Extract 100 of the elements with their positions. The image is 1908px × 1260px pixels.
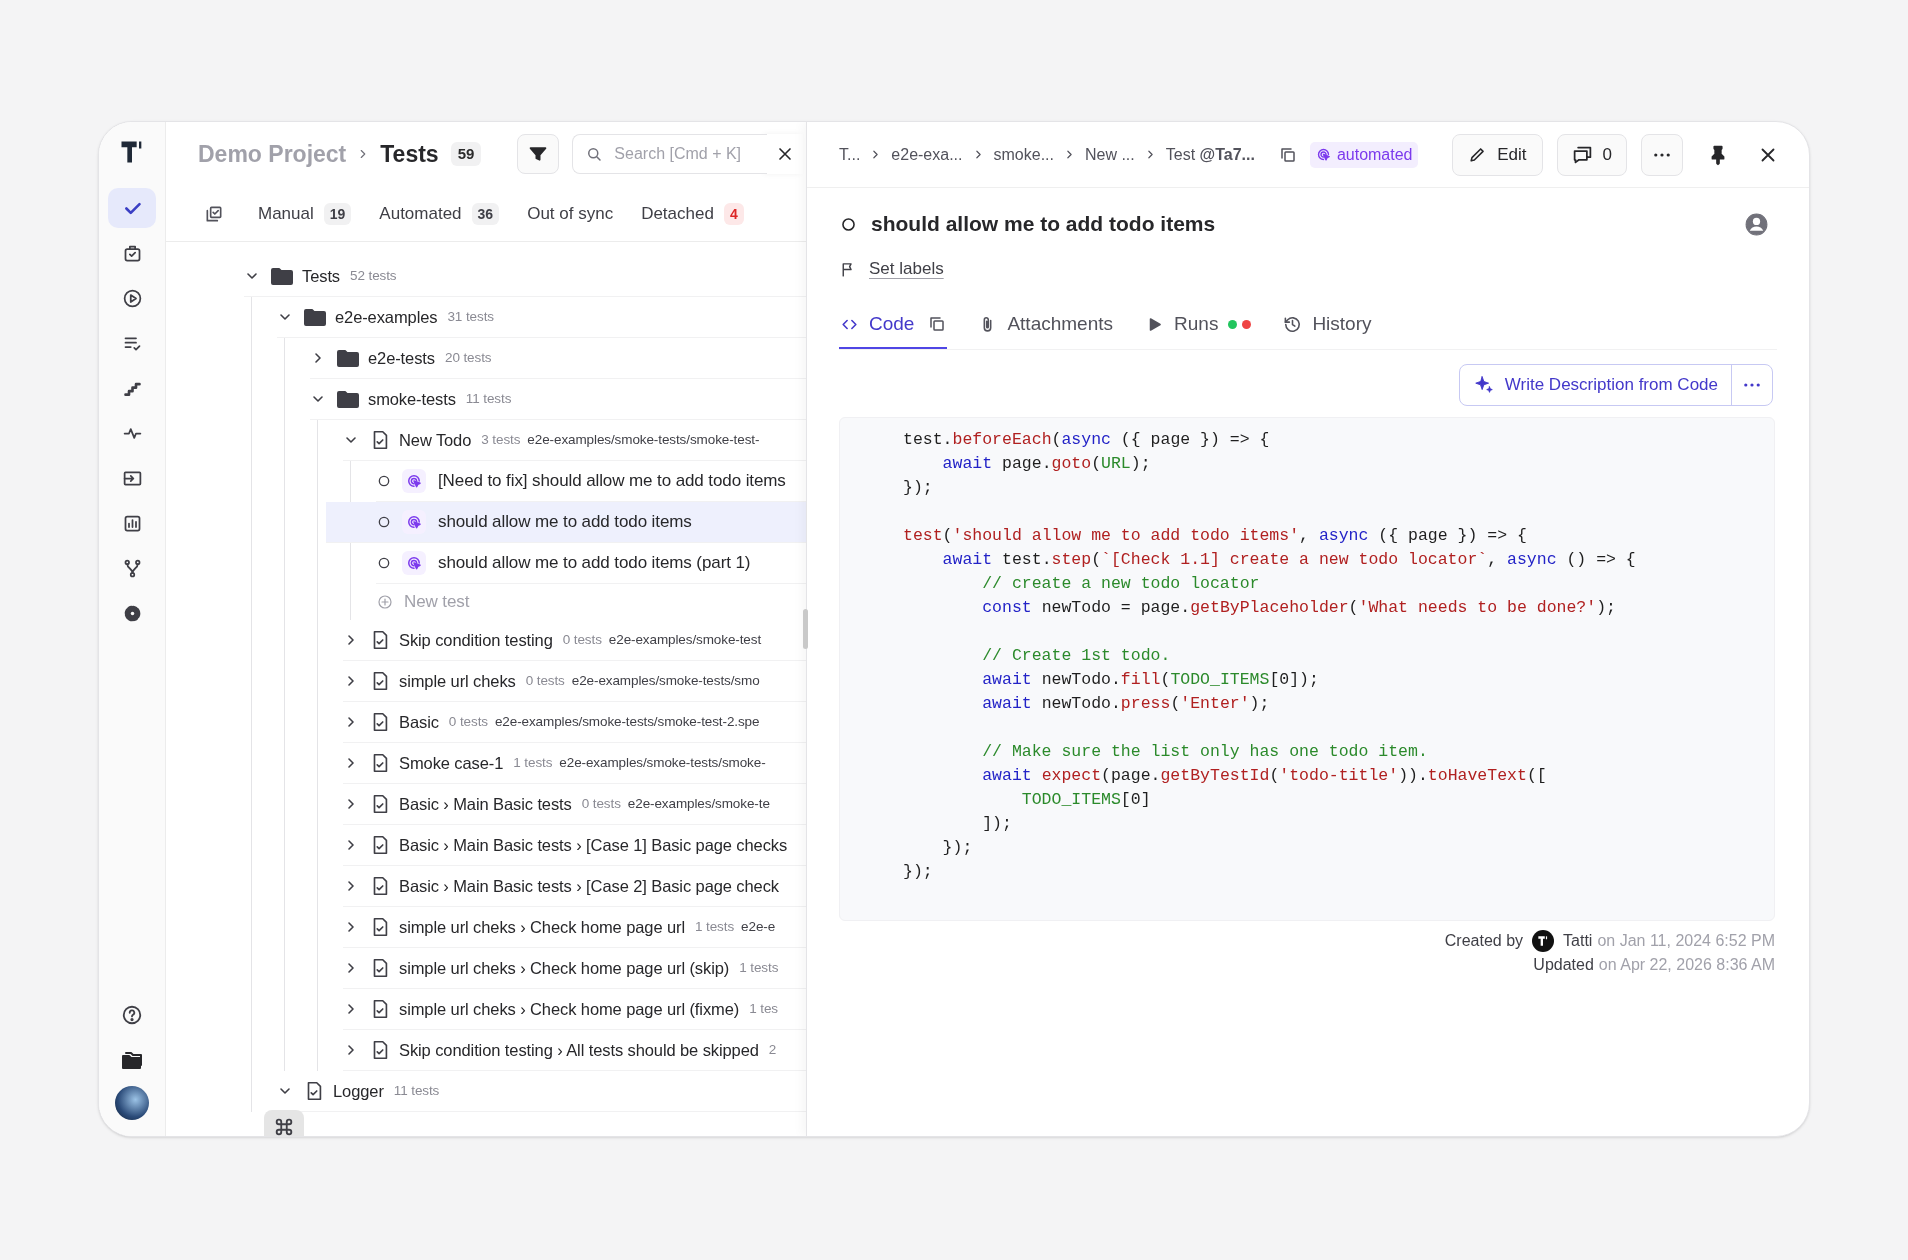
edit-button[interactable]: Edit xyxy=(1452,133,1543,176)
item-name: simple url cheks › Check home page url (skip) xyxy=(399,957,730,979)
breadcrumb-link[interactable]: Test @Ta7... xyxy=(1165,142,1255,167)
folder-row[interactable]: e2e-tests 20 tests xyxy=(310,338,806,379)
test-row[interactable]: should allow me to add todo items (part 1) xyxy=(376,543,806,584)
test-row[interactable]: should allow me to add todo items xyxy=(326,502,806,543)
copy-button[interactable] xyxy=(1278,145,1297,164)
created-label: Created by xyxy=(1444,931,1524,951)
test-count: 0 tests xyxy=(448,712,488,731)
tab[interactable]: Attachments xyxy=(977,301,1115,349)
filter-tab[interactable]: Manual 19 xyxy=(258,200,352,227)
item-name: Smoke case-1 xyxy=(399,752,504,774)
clear-search-button[interactable] xyxy=(767,134,804,174)
avatar[interactable] xyxy=(115,1086,149,1120)
test-title: should allow me to add todo items xyxy=(871,211,1216,238)
breadcrumb-link[interactable]: e2e-exa... xyxy=(891,142,963,167)
item-name: smoke-tests xyxy=(368,388,456,410)
tab[interactable]: Code xyxy=(839,301,948,349)
test-count: 3 tests xyxy=(481,430,521,449)
code-line: await expect(page.getByTestId('todo-title')).toHaveText([ xyxy=(981,765,1548,787)
item-name: Skip condition testing xyxy=(399,629,553,651)
suite-row[interactable]: Smoke case-1 1 tests e2e-examples/smoke-tests/smoke- xyxy=(343,743,806,784)
folder-row[interactable]: Tests 52 tests xyxy=(244,256,806,297)
test-name: [Need to fix] should allow me to add todo items xyxy=(438,470,786,493)
updated-date: on Apr 22, 2026 8:36 AM xyxy=(1598,955,1775,975)
suite-row[interactable]: simple url cheks › Check home page url 1 tests e2e-e xyxy=(343,907,806,948)
filter-tab[interactable]: Automated 36 xyxy=(379,200,500,227)
history-icon xyxy=(1283,314,1303,334)
code-line: }); xyxy=(941,837,974,859)
test-count: 1 tests xyxy=(513,753,553,772)
item-name: Basic › Main Basic tests › [Case 1] Basic page checks xyxy=(399,834,788,856)
suite-row[interactable]: simple url cheks 0 tests e2e-examples/smoke-tests/smo xyxy=(343,661,806,702)
item-name: e2e-tests xyxy=(368,347,435,369)
item-name: Basic xyxy=(399,711,439,733)
comments-button[interactable]: 0 xyxy=(1556,133,1627,176)
suite-row[interactable]: Logger 11 tests xyxy=(277,1071,806,1112)
test-count: 31 tests xyxy=(447,307,494,326)
breadcrumb-link[interactable]: T... xyxy=(839,142,861,167)
suite-row[interactable]: simple url cheks › Check home page url (fixme) 1 tes xyxy=(343,989,806,1030)
suite-row[interactable]: Basic 0 tests e2e-examples/smoke-tests/smoke-test-2.spe xyxy=(343,702,806,743)
suite-row[interactable]: Basic › Main Basic tests › [Case 1] Basic page checks xyxy=(343,825,806,866)
filter-tab[interactable]: Detached 4 xyxy=(641,200,744,227)
automated-icon xyxy=(405,472,423,490)
author-avatar xyxy=(1532,930,1555,952)
item-name: New Todo xyxy=(399,429,472,451)
nav-item[interactable] xyxy=(108,188,156,228)
code-line: TODO_ITEMS[0] xyxy=(1020,789,1152,811)
test-count: 11 tests xyxy=(465,389,512,408)
test-count: 11 tests xyxy=(393,1081,440,1100)
comment-icon xyxy=(1571,144,1593,165)
suite-row[interactable]: simple url cheks › Check home page url (skip) 1 tests xyxy=(343,948,806,989)
item-name: simple url cheks xyxy=(399,670,516,692)
assignee-button[interactable] xyxy=(1744,211,1769,237)
resize-handle[interactable] xyxy=(803,609,808,649)
tab[interactable]: History xyxy=(1282,301,1373,349)
filter-tab[interactable]: Out of sync xyxy=(527,200,614,227)
tab[interactable]: Runs xyxy=(1144,301,1253,349)
test-count: 1 tests xyxy=(739,958,779,977)
search-field[interactable]: Search [Cmd + K] xyxy=(572,134,768,174)
code-line: await newTodo.press('Enter'); xyxy=(981,693,1271,715)
file-path: e2e-e xyxy=(741,917,776,936)
copy-icon xyxy=(1278,145,1297,164)
count-badge: 36 xyxy=(471,202,500,225)
command-icon xyxy=(273,1116,295,1136)
test-count: 1 tests xyxy=(695,917,735,936)
test-name: should allow me to add todo items xyxy=(438,511,692,534)
file-path: e2e-examples/smoke-tests/smo xyxy=(571,671,760,690)
suite-row[interactable]: Basic › Main Basic tests › [Case 2] Basic page check xyxy=(343,866,806,907)
item-name: Logger xyxy=(333,1080,384,1102)
suite-row[interactable]: New Todo 3 tests e2e-examples/smoke-tests/smoke-test- xyxy=(343,420,806,461)
more-icon xyxy=(1744,383,1760,387)
code-line: // Make sure the list only has one todo item. xyxy=(981,741,1429,763)
code-line: await page.goto(URL); xyxy=(941,453,1152,475)
command-button[interactable] xyxy=(264,1110,304,1136)
breadcrumb-link[interactable]: smoke... xyxy=(993,142,1054,167)
file-path: e2e-examples/smoke-tests/smoke-test-2.spe xyxy=(494,712,760,731)
code-line: }); xyxy=(903,861,934,883)
item-name: simple url cheks › Check home page url xyxy=(399,916,685,938)
test-name: should allow me to add todo items (part 1) xyxy=(438,552,751,575)
play-icon xyxy=(121,287,143,309)
automated-icon xyxy=(405,513,423,531)
status-circle-icon xyxy=(376,473,392,489)
filter-button[interactable] xyxy=(517,134,560,174)
sparkles-icon xyxy=(1472,374,1495,396)
automated-icon xyxy=(405,554,423,572)
folder-row[interactable]: smoke-tests 11 tests xyxy=(310,379,806,420)
count-badge: 4 xyxy=(723,202,744,225)
breadcrumb-link[interactable]: New ... xyxy=(1084,142,1135,167)
count-badge: 59 xyxy=(450,142,482,166)
folder-row[interactable]: e2e-examples 31 tests xyxy=(277,297,806,338)
code-line: test('should allow me to add todo items', async ({ page }) => { xyxy=(903,525,1528,547)
created-date: on Jan 11, 2024 6:52 PM xyxy=(1597,931,1775,951)
set-labels-link[interactable]: Set labels xyxy=(869,256,944,282)
code-line: const newTodo = page.getByPlaceholder('What needs to be done?'); xyxy=(981,597,1617,619)
test-count: 2 xyxy=(768,1040,777,1059)
copy-icon xyxy=(928,315,947,333)
code-line: // Create 1st todo. xyxy=(981,645,1172,667)
suite-row[interactable]: Basic › Main Basic tests 0 tests e2e-examples/smoke-te xyxy=(343,784,806,825)
count-badge: 19 xyxy=(323,202,352,225)
suite-row[interactable]: Skip condition testing › All tests should be skipped 2 xyxy=(343,1030,806,1071)
